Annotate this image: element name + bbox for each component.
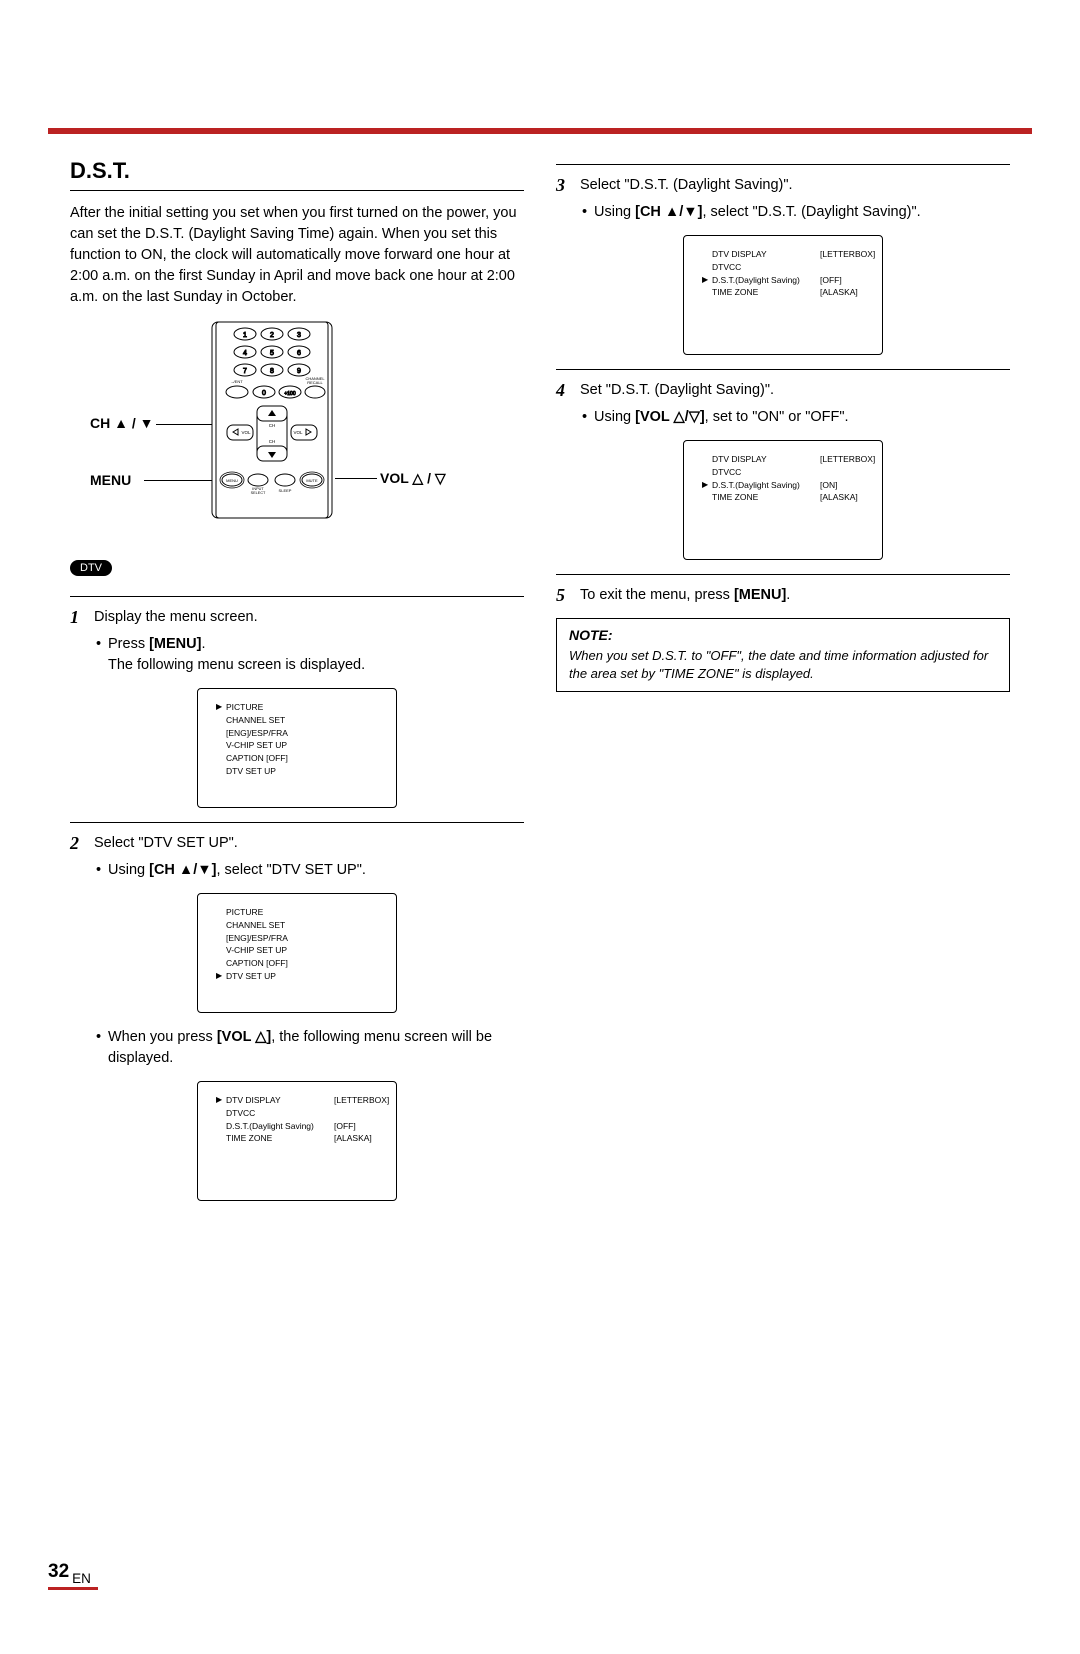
svg-text:SELECT: SELECT	[251, 491, 266, 495]
page-number-underline	[48, 1587, 98, 1590]
step-number: 4	[556, 380, 574, 401]
svg-text:0: 0	[262, 390, 266, 397]
section-title: D.S.T.	[70, 158, 524, 191]
svg-text:VOL: VOL	[293, 430, 303, 435]
callout-line	[144, 480, 214, 481]
page-number: 32	[48, 1561, 69, 1582]
osd-menu-3: ▶DTV DISPLAY[LETTERBOX]DTVCCD.S.T.(Dayli…	[197, 1081, 397, 1201]
svg-text:+100: +100	[284, 391, 295, 397]
remote-label-menu: MENU	[90, 472, 131, 488]
remote-diagram: CH ▲ / ▼ MENU VOL △ / ▽ 1 2 3 4 5	[120, 320, 524, 540]
note-box: NOTE: When you set D.S.T. to "OFF", the …	[556, 618, 1010, 692]
osd-menu-2: PICTURECHANNEL SET[ENG]/ESP/FRAV-CHIP SE…	[197, 893, 397, 1013]
step-3: 3 Select "D.S.T. (Daylight Saving)".	[556, 175, 1010, 196]
bullet-icon: •	[582, 202, 594, 223]
right-column: 3 Select "D.S.T. (Daylight Saving)". • U…	[556, 158, 1010, 1215]
page-number-block: 32EN	[48, 1567, 98, 1590]
page-lang: EN	[72, 1571, 91, 1586]
left-column: D.S.T. After the initial setting you set…	[70, 158, 524, 1215]
step-2: 2 Select "DTV SET UP".	[70, 833, 524, 854]
svg-text:8: 8	[270, 368, 274, 375]
svg-text:2: 2	[270, 332, 274, 339]
svg-text:VOL: VOL	[241, 430, 251, 435]
step-number: 3	[556, 175, 574, 196]
dtv-badge: DTV	[70, 560, 112, 576]
note-text: When you set D.S.T. to "OFF", the date a…	[569, 647, 997, 683]
step-5: 5 To exit the menu, press [MENU].	[556, 585, 1010, 606]
step-number: 5	[556, 585, 574, 606]
bullet-text: Using [CH ▲/▼], select "D.S.T. (Daylight…	[594, 202, 921, 223]
separator	[70, 596, 524, 597]
step-1: 1 Display the menu screen.	[70, 607, 524, 628]
svg-text:7: 7	[243, 368, 247, 375]
step-4: 4 Set "D.S.T. (Daylight Saving)".	[556, 380, 1010, 401]
intro-text: After the initial setting you set when y…	[70, 203, 524, 308]
svg-text:–/ENT: –/ENT	[231, 379, 243, 384]
svg-text:9: 9	[297, 368, 301, 375]
bullet-icon: •	[96, 1027, 108, 1069]
svg-text:1: 1	[243, 332, 247, 339]
bullet-text: When you press [VOL △], the following me…	[108, 1027, 524, 1069]
step-text: To exit the menu, press [MENU].	[580, 585, 790, 605]
svg-text:CH: CH	[269, 423, 276, 428]
svg-text:RECALL: RECALL	[307, 380, 323, 385]
separator	[556, 574, 1010, 575]
separator	[556, 164, 1010, 165]
bullet-text: Using [CH ▲/▼], select "DTV SET UP".	[108, 860, 366, 881]
note-title: NOTE:	[569, 627, 997, 643]
svg-text:MENU: MENU	[226, 478, 238, 483]
step-number: 2	[70, 833, 88, 854]
step-text: Set "D.S.T. (Daylight Saving)".	[580, 380, 774, 400]
svg-text:CH: CH	[269, 439, 276, 444]
callout-line	[156, 424, 216, 425]
separator	[70, 822, 524, 823]
step-text: Select "DTV SET UP".	[94, 833, 238, 853]
svg-text:5: 5	[270, 350, 274, 357]
svg-text:SLEEP: SLEEP	[279, 488, 292, 493]
bullet-icon: •	[96, 860, 108, 881]
step-number: 1	[70, 607, 88, 628]
remote-label-vol: VOL △ / ▽	[380, 470, 446, 487]
osd-menu-5: DTV DISPLAY[LETTERBOX]DTVCC▶D.S.T.(Dayli…	[683, 440, 883, 560]
separator	[556, 369, 1010, 370]
osd-menu-4: DTV DISPLAY[LETTERBOX]DTVCC▶D.S.T.(Dayli…	[683, 235, 883, 355]
bullet-text: Press [MENU].	[108, 634, 205, 655]
step-text: Select "D.S.T. (Daylight Saving)".	[580, 175, 793, 195]
svg-text:4: 4	[243, 350, 247, 357]
bullet-icon: •	[96, 634, 108, 655]
svg-text:6: 6	[297, 350, 301, 357]
svg-text:3: 3	[297, 332, 301, 339]
bullet-icon: •	[582, 407, 594, 428]
osd-menu-1: ▶PICTURECHANNEL SET[ENG]/ESP/FRAV-CHIP S…	[197, 688, 397, 808]
bullet-continuation: The following menu screen is displayed.	[108, 655, 524, 676]
svg-text:MUTE: MUTE	[306, 478, 318, 483]
remote-svg: 1 2 3 4 5 6 7 8 9 0 +100 –/ENT	[210, 320, 370, 520]
step-text: Display the menu screen.	[94, 607, 258, 627]
bullet-text: Using [VOL △/▽], set to "ON" or "OFF".	[594, 407, 849, 428]
remote-label-ch: CH ▲ / ▼	[90, 415, 154, 431]
